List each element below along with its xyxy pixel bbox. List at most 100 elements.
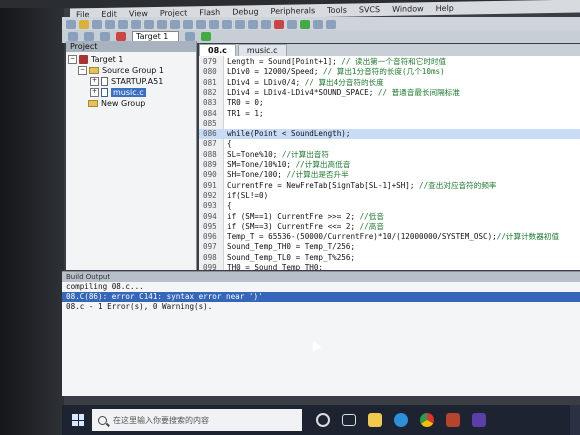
code-line[interactable]: 093 {: [199, 201, 580, 211]
window-icon[interactable]: [313, 19, 323, 29]
build-icon[interactable]: [84, 32, 94, 41]
code-comment: //计算出是否升半: [286, 170, 349, 180]
code-line[interactable]: 084 TR1 = 1;: [199, 109, 580, 119]
debug-icon[interactable]: [274, 19, 284, 29]
menu-item[interactable]: Debug: [232, 7, 258, 16]
line-source: LDiv4 = LDiv0/4; // 算出4分音符的长度: [227, 78, 384, 88]
tab-08c[interactable]: 08.c: [199, 44, 236, 56]
menu-item[interactable]: Tools: [327, 6, 347, 15]
tree-new-group[interactable]: New Group: [68, 98, 196, 109]
code-line[interactable]: 091 CurrentFre = NewFreTab[SignTab[SL-1]+…: [199, 181, 580, 191]
code-line[interactable]: 095 if (SM==3) CurrentFre <<= 2; //高音: [199, 222, 580, 232]
line-number: 087: [203, 139, 217, 149]
indent-icon[interactable]: [235, 19, 245, 29]
code-editor[interactable]: 079 Length = Sound[Point+1]; // 读出第一个音符和它…: [199, 56, 580, 270]
menu-item[interactable]: Flash: [199, 8, 220, 17]
run-icon[interactable]: [300, 19, 310, 29]
line-number: 093: [203, 201, 217, 211]
tree-file[interactable]: + music.c: [68, 87, 196, 98]
menu-item[interactable]: Peripherals: [271, 6, 316, 16]
code-text: CurrentFre = NewFreTab[SignTab[SL-1]+SH]…: [227, 180, 420, 190]
keil-icon[interactable]: [446, 413, 460, 427]
code-comment: // 算出1分音符的长度(几个10ms): [323, 67, 445, 77]
tree-file[interactable]: + STARTUP.A51: [68, 76, 196, 87]
collapse-icon[interactable]: −: [78, 66, 87, 75]
save-all-icon[interactable]: [105, 19, 115, 29]
code-text: SM=Tone/10%10;: [227, 160, 296, 169]
code-line[interactable]: 085: [199, 119, 580, 129]
bookmark-icon[interactable]: [209, 19, 219, 29]
taskbar-search[interactable]: 在这里输入你要搜索的内容: [92, 409, 302, 431]
code-line[interactable]: 098 Sound_Temp_TL0 = Temp_T%256;: [199, 253, 580, 263]
code-line[interactable]: 088 SL=Tone%10; //计算出音符: [199, 150, 580, 160]
code-line[interactable]: 092 if(SL!=0): [199, 191, 580, 201]
code-line[interactable]: ⇨086 while(Point < SoundLength);: [199, 129, 580, 140]
outdent-icon[interactable]: [248, 19, 258, 29]
code-text: while(Point < SoundLength);: [227, 129, 351, 139]
breakpoint-icon[interactable]: [287, 19, 297, 29]
line-source: {: [227, 201, 232, 211]
code-line[interactable]: 094 if (SM==1) CurrentFre >>= 2; //低音: [199, 212, 580, 222]
windows-start-icon[interactable]: [72, 414, 84, 426]
chrome-icon[interactable]: [420, 413, 434, 427]
cut-icon[interactable]: [118, 19, 128, 29]
menu-item[interactable]: Help: [436, 4, 454, 13]
target-icon: [79, 55, 88, 64]
task-view-icon[interactable]: [342, 414, 356, 426]
back-icon[interactable]: [183, 19, 193, 29]
edge-icon[interactable]: [394, 413, 408, 427]
menu-item[interactable]: Window: [392, 4, 424, 14]
code-line[interactable]: 096 Temp_T = 65536-(50000/CurrentFre)*10/…: [199, 232, 580, 242]
download-icon[interactable]: [116, 32, 126, 41]
cortana-icon[interactable]: [316, 413, 330, 427]
tree-group-label: Source Group 1: [102, 66, 165, 75]
visual-studio-icon[interactable]: [472, 413, 486, 427]
build-output-line[interactable]: compiling 08.c...: [62, 282, 580, 292]
line-source: SM=Tone/10%10; //计算出高低音: [227, 160, 350, 170]
code-line[interactable]: 079 Length = Sound[Point+1]; // 读出第一个音符和它…: [199, 57, 580, 67]
code-line[interactable]: 082 LDiv4 = LDiv4-LDiv4*SOUND_SPACE; // 普…: [199, 88, 580, 98]
tree-group[interactable]: − Source Group 1: [68, 65, 196, 76]
forward-icon[interactable]: [196, 19, 206, 29]
code-text: TR1 = 1;: [227, 108, 264, 118]
code-line[interactable]: 087 {: [199, 139, 580, 149]
undo-icon[interactable]: [157, 19, 167, 29]
expand-icon[interactable]: +: [90, 88, 99, 97]
settings-icon[interactable]: [326, 19, 336, 29]
code-line[interactable]: 081 LDiv4 = LDiv0/4; // 算出4分音符的长度: [199, 78, 580, 88]
code-line[interactable]: 097 Sound_Temp_TH0 = Temp_T/256;: [199, 242, 580, 252]
expand-icon[interactable]: +: [90, 77, 99, 86]
code-line[interactable]: 090 SH=Tone/100; //计算出是否升半: [199, 170, 580, 180]
tree-target[interactable]: − Target 1: [68, 54, 196, 65]
file-explorer-icon[interactable]: [368, 413, 382, 427]
code-line[interactable]: 080 LDiv0 = 12000/Speed; // 算出1分音符的长度(几个1…: [199, 67, 580, 77]
line-number: 092: [203, 190, 217, 200]
new-file-icon[interactable]: [66, 19, 76, 29]
tree-new-group-label: New Group: [101, 99, 146, 108]
collapse-icon[interactable]: −: [68, 55, 77, 64]
rebuild-icon[interactable]: [100, 32, 110, 41]
paste-icon[interactable]: [144, 19, 154, 29]
comment-icon[interactable]: [261, 19, 271, 29]
copy-icon[interactable]: [131, 19, 141, 29]
translate-icon[interactable]: [68, 32, 78, 41]
code-line[interactable]: 083 TR0 = 0;: [199, 98, 580, 108]
save-icon[interactable]: [92, 19, 102, 29]
target-options-icon[interactable]: [185, 32, 196, 41]
tree-file-label: STARTUP.A51: [111, 77, 164, 86]
open-file-icon[interactable]: [79, 19, 89, 29]
code-text: TR0 = 0;: [227, 98, 264, 108]
code-line[interactable]: 099 TH0 = Sound_Temp_TH0;: [199, 263, 580, 270]
code-line[interactable]: 089 SM=Tone/10%10; //计算出高低音: [199, 160, 580, 170]
menu-item[interactable]: SVCS: [359, 5, 380, 14]
c-file-icon: [101, 88, 108, 97]
manage-components-icon[interactable]: [201, 32, 212, 41]
line-source: Temp_T = 65536-(50000/CurrentFre)*10/(12…: [227, 232, 559, 242]
find-icon[interactable]: [222, 19, 232, 29]
build-error-line[interactable]: 08.C(86): error C141: syntax error near …: [62, 292, 580, 302]
redo-icon[interactable]: [170, 19, 180, 29]
line-source: while(Point < SoundLength);: [227, 129, 350, 139]
tab-music-c[interactable]: music.c: [237, 44, 287, 56]
build-output-line[interactable]: 08.c - 1 Error(s), 0 Warning(s).: [62, 302, 580, 312]
line-number: 095: [203, 221, 217, 231]
